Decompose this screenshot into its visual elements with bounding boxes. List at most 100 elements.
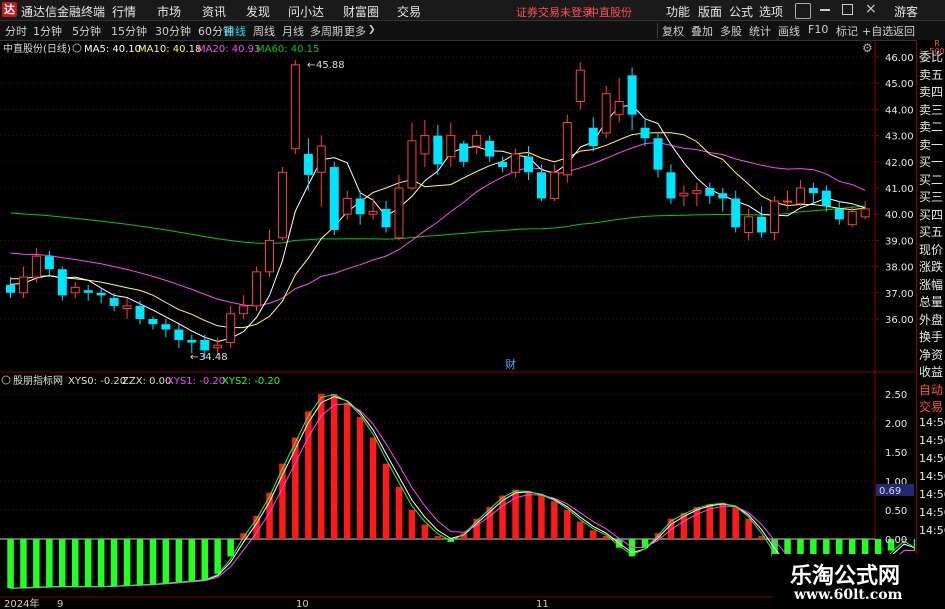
high-label-arrow: ← [307, 60, 315, 71]
price-tick-label: 44.00 [885, 105, 914, 116]
menu-item-market[interactable]: 市场 [157, 3, 181, 20]
indicator-bar-positive [538, 495, 545, 539]
indicator-tick-label: 2.00 [885, 419, 907, 430]
quote-side-panel: R 500 委比 卖五 卖四 卖三 卖二 卖一 买一 买二 买三 买四 买五 现价 涨跌 涨幅 总量 外盘 换手净… [916, 40, 945, 609]
indicator-bar-positive [719, 503, 726, 539]
legend-toggle-icon[interactable] [72, 43, 82, 53]
candle-body-down [187, 339, 197, 343]
candle-body-up [277, 171, 287, 239]
indicator-bar-positive [551, 501, 558, 539]
indicator-bar-negative [33, 539, 40, 588]
close-icon[interactable]: × [865, 1, 877, 17]
period-daily[interactable]: 日线 [224, 23, 246, 39]
side-panel-label: 现价 [919, 242, 944, 257]
candle-body-up [252, 271, 262, 307]
indicator-toggle-icon[interactable] [1, 375, 11, 385]
candle-body-down [731, 198, 741, 228]
guest-user[interactable]: 游客 [894, 3, 918, 20]
indicator-bar-positive [564, 510, 571, 539]
indicator-bar-negative [110, 539, 118, 586]
indicator-bar-negative [913, 539, 915, 551]
candle-body-up [511, 153, 521, 173]
draw-line-button[interactable]: 画线 [778, 23, 800, 39]
candle-body-down [161, 324, 171, 330]
period-15min[interactable]: 15分钟 [111, 23, 147, 39]
candle-body-down [718, 193, 728, 199]
more-arrow-icon[interactable]: ❯ [368, 25, 376, 35]
side-panel-label: 买四 [919, 207, 944, 222]
indicator-bar-negative [214, 539, 221, 574]
candle-body-down [459, 143, 469, 162]
indicator-bar-negative [162, 539, 170, 584]
multi-stock-button[interactable]: 多股 [720, 23, 742, 39]
candle-body-down [498, 161, 508, 168]
candle-body-up [226, 313, 236, 344]
period-tick[interactable]: 分时 [5, 23, 27, 39]
period-weekly[interactable]: 周线 [253, 23, 275, 39]
indicator-bar-positive [356, 417, 364, 539]
period-5min[interactable]: 5分钟 [72, 23, 101, 39]
period-multi[interactable]: 多周期 [310, 23, 343, 39]
side-panel-label: 净资 [919, 347, 944, 362]
menu-item-news[interactable]: 资讯 [202, 3, 226, 20]
indicator-bar-positive [590, 530, 597, 539]
indicator-name[interactable]: 股朋指标网 [13, 374, 63, 387]
indicator-bar-positive [408, 510, 416, 539]
back-button[interactable]: 返回 [893, 23, 915, 39]
ma20-legend: MA20: 40.93 [197, 44, 260, 55]
maximize-icon[interactable] [842, 4, 853, 15]
side-panel-label: 卖三 [919, 102, 944, 117]
trade-login-status[interactable]: 证券交易未登录 [516, 4, 593, 20]
side-panel-label[interactable]: 交易 [919, 398, 943, 415]
menu-item-quotes[interactable]: 行情 [112, 3, 136, 20]
adjust-button[interactable]: 复权 [662, 23, 684, 39]
watermark-url: www.60lt.com [794, 587, 903, 603]
indicator-bar-negative [123, 539, 131, 586]
indicator-bar-positive [745, 518, 752, 539]
side-panel-label: 买二 [919, 172, 944, 187]
indicator-bar-negative [188, 539, 195, 581]
menu-item-discover[interactable]: 发现 [246, 3, 270, 20]
financial-report-marker[interactable]: 财 [505, 357, 516, 371]
date-year-label: 2024年 [4, 597, 39, 609]
menu-item-formula[interactable]: 公式 [729, 3, 753, 20]
period-30min[interactable]: 30分钟 [155, 23, 191, 39]
f10-button[interactable]: F10 [808, 23, 828, 36]
candle-body-down [381, 208, 391, 228]
indicator-bar-positive [382, 463, 390, 539]
candle-body-down [96, 292, 106, 296]
menu-item-ask[interactable]: 问小达 [288, 3, 324, 20]
price-tick-label: 38.00 [885, 263, 914, 274]
candle-body-down [524, 156, 533, 173]
overlay-button[interactable]: 叠加 [691, 23, 713, 39]
minimize-icon[interactable] [820, 9, 830, 11]
indicator-bar-negative [59, 539, 66, 587]
menu-item-options[interactable]: 选项 [759, 3, 783, 20]
candle-body-down [485, 140, 495, 157]
skin-icon[interactable] [795, 3, 811, 19]
menu-item-function[interactable]: 功能 [666, 3, 690, 20]
price-tick-label: 36.00 [885, 315, 914, 326]
candle-body-down [666, 172, 676, 199]
indicator-tick-label: 2.50 [885, 390, 907, 401]
kline-chart[interactable]: 46.00 45.00 44.00 43.00 42.00 41.00 40.00 39.00… [0, 40, 915, 609]
candle-body-up [420, 135, 430, 155]
candle-body-up [316, 145, 326, 173]
candle-body-down [821, 190, 831, 207]
settings-icon[interactable]: ⚙ [862, 41, 873, 55]
price-tick-label: 43.00 [885, 132, 914, 143]
indicator-bar-negative [46, 539, 53, 587]
menu-item-layout[interactable]: 版面 [698, 3, 722, 20]
period-monthly[interactable]: 月线 [282, 23, 304, 39]
candle-body-down [83, 290, 93, 293]
period-more[interactable]: 更多 [344, 23, 366, 39]
side-panel-label[interactable]: 自动 [919, 381, 943, 398]
menu-item-wealth[interactable]: 财富圈 [343, 3, 379, 20]
statistics-button[interactable]: 统计 [749, 23, 771, 39]
menu-item-trade[interactable]: 交易 [397, 3, 421, 20]
mark-button[interactable]: 标记 [836, 23, 858, 39]
add-watchlist-button[interactable]: +自选 [862, 23, 893, 39]
app-logo-icon: 达 [2, 2, 17, 17]
candle-body-down [329, 167, 339, 230]
period-1min[interactable]: 1分钟 [33, 23, 62, 39]
